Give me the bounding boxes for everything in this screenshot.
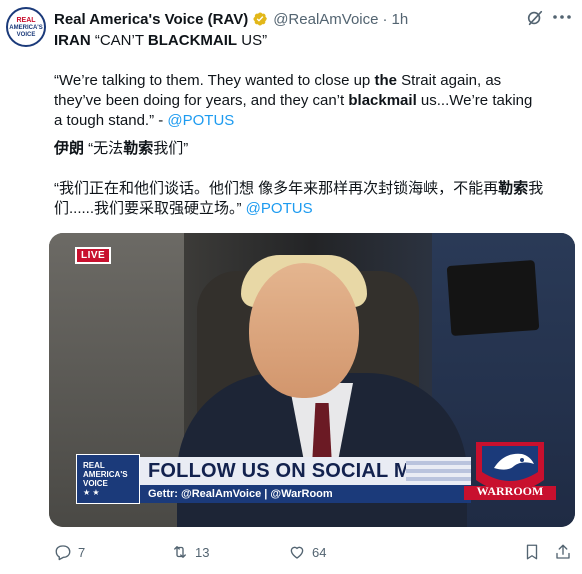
banner-logo-line-2: AMERICA'S — [83, 470, 128, 479]
banner-subtitle-bar: Gettr: @RealAmVoice | @WarRoom — [140, 485, 471, 503]
reply-button[interactable]: 7 — [54, 543, 85, 561]
banner-logo-stars: ★ ★ — [83, 488, 100, 497]
banner-flag-stripes — [406, 457, 471, 485]
reply-icon — [55, 545, 71, 561]
headline-blackmail: BLACKMAIL — [147, 32, 238, 49]
repost-button[interactable]: 13 — [171, 543, 209, 561]
social-media-banner: REAL AMERICA'S VOICE ★ ★ FOLLOW US ON SO… — [76, 442, 556, 506]
grok-icon[interactable] — [526, 9, 544, 27]
headline-us: US” — [237, 32, 268, 49]
avatar-text-3: VOICE — [16, 31, 36, 38]
tweet-chinese-title: 伊朗 “无法勒索我们” — [54, 139, 554, 159]
repost-icon — [174, 546, 186, 558]
banner-logo-line-1: REAL — [83, 461, 105, 470]
live-badge: LIVE — [75, 247, 112, 264]
warroom-label: WARROOM — [476, 484, 544, 498]
cn-title-iran: 伊朗 — [54, 140, 85, 157]
banner-subtitle: Gettr: @RealAmVoice | @WarRoom — [148, 488, 333, 500]
cn-quote-part-a: “我们正在和他们谈话。他们想 像多年来那样再次封锁海峡，不能再 — [54, 180, 499, 197]
tweet-header: Real America's Voice (RAV) @RealAmVoice … — [54, 9, 512, 29]
banner-logo-line-3: VOICE — [83, 479, 108, 488]
cn-quote-part-b: 勒索 — [498, 180, 529, 197]
avatar-text-2: AMERICA'S — [9, 24, 43, 31]
headline-cant: “CAN’T — [90, 32, 148, 49]
tweet-headline: IRAN “CAN’T BLACKMAIL US” — [54, 31, 554, 51]
folder-prop — [446, 260, 540, 336]
repost-count: 13 — [195, 544, 210, 560]
share-button[interactable] — [554, 543, 578, 561]
bookmark-button[interactable] — [523, 543, 547, 561]
avatar[interactable]: REAL AMERICA'S VOICE — [6, 7, 46, 47]
like-count: 64 — [312, 544, 327, 560]
tweet-action-bar: 7 13 64 — [54, 543, 574, 563]
reply-count: 7 — [78, 544, 86, 560]
bookmark-icon — [526, 544, 538, 560]
avatar-text-1: REAL — [16, 16, 36, 24]
author-name[interactable]: Real America's Voice (RAV) — [54, 11, 248, 28]
quote-part-a: “We’re talking to them. They wanted to c… — [54, 72, 375, 89]
share-icon — [556, 544, 570, 559]
like-button[interactable]: 64 — [288, 543, 326, 561]
video-player[interactable]: LIVE REAL AMERICA'S VOICE ★ ★ FOLLOW US … — [49, 233, 575, 527]
quote-part-d: blackmail — [348, 92, 417, 109]
speaker-face — [249, 263, 359, 398]
mention-potus-link-2[interactable]: @POTUS — [246, 200, 313, 217]
tweet-timestamp[interactable]: 1h — [391, 11, 408, 28]
heart-icon — [290, 546, 304, 559]
more-options-icon[interactable] — [552, 9, 572, 27]
header-separator: · — [382, 10, 388, 28]
tweet-chinese-quote: “我们正在和他们谈话。他们想 像多年来那样再次封锁海峡，不能再勒索我们.....… — [54, 179, 554, 219]
quote-part-b: the — [374, 72, 397, 89]
headline-iran: IRAN — [54, 32, 91, 49]
banner-logo: REAL AMERICA'S VOICE ★ ★ — [76, 454, 140, 504]
cn-title-blackmail: 勒索 — [123, 140, 154, 157]
author-handle[interactable]: @RealAmVoice — [273, 11, 378, 28]
warroom-logo: WARROOM — [464, 442, 556, 506]
cn-title-us: 我们” — [153, 140, 189, 157]
mention-potus-link[interactable]: @POTUS — [167, 112, 234, 129]
tweet-quote: “We’re talking to them. They wanted to c… — [54, 71, 534, 131]
cn-title-cannot: “无法 — [84, 140, 124, 157]
verified-badge-icon — [252, 11, 268, 27]
